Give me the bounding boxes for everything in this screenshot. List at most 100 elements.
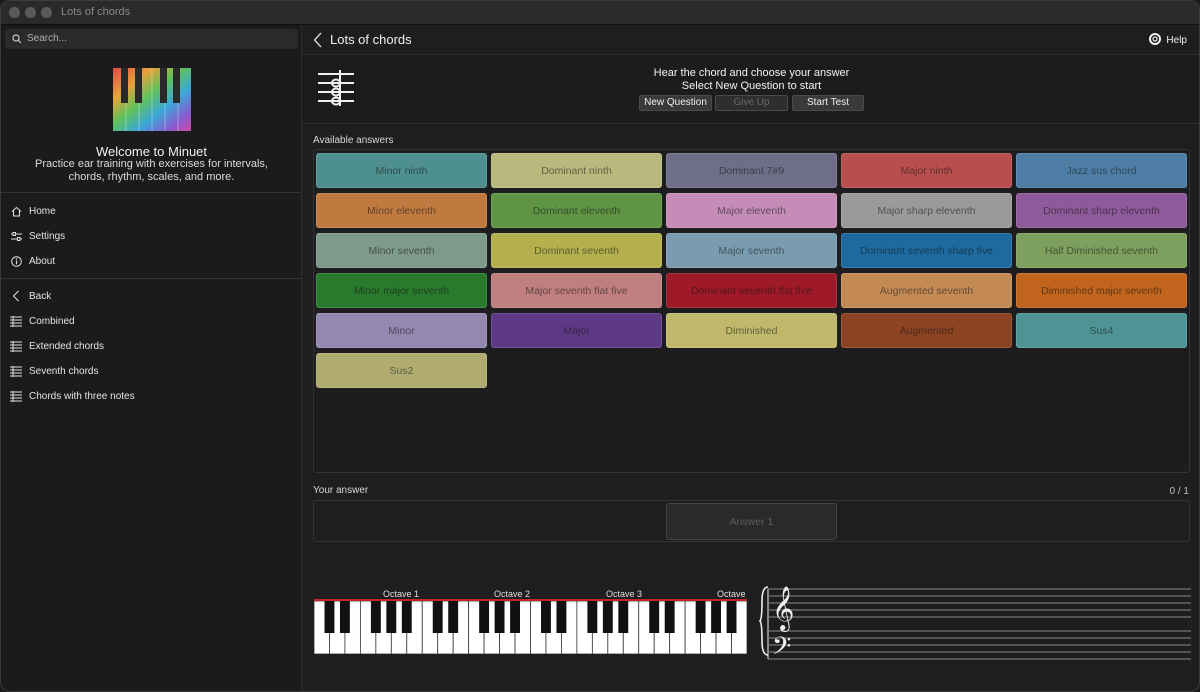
nav-seventh-chords-label: Seventh chords	[29, 365, 99, 377]
answer-option[interactable]: Half Diminished seventh	[1016, 233, 1187, 268]
answer-option[interactable]: Major sharp eleventh	[841, 193, 1012, 228]
grand-staff: 𝄞 𝄢	[758, 581, 1191, 667]
welcome-title: Welcome to Minuet	[95, 144, 208, 159]
answer-option[interactable]: Dominant seventh flat five	[666, 273, 837, 308]
give-up-button[interactable]: Give Up	[715, 95, 788, 111]
sidebar: Search... Welcome to Minuet Practice ear…	[1, 25, 302, 691]
nav-back-label: Back	[29, 290, 52, 302]
start-test-button[interactable]: Start Test	[792, 95, 864, 111]
sliders-icon	[10, 230, 22, 242]
black-key[interactable]	[711, 601, 722, 633]
nav-combined-label: Combined	[29, 315, 75, 327]
search-placeholder: Search...	[27, 33, 68, 44]
black-key[interactable]	[649, 601, 660, 633]
info-icon	[10, 255, 22, 267]
minimize-window-button[interactable]	[25, 7, 36, 18]
nav-three-note-chords[interactable]: Chords with three notes	[10, 388, 135, 404]
black-key[interactable]	[339, 601, 350, 633]
staff-icon	[10, 390, 22, 402]
nav-combined[interactable]: Combined	[10, 313, 75, 329]
black-key[interactable]	[602, 601, 613, 633]
back-button[interactable]	[312, 31, 324, 52]
black-key[interactable]	[695, 601, 706, 633]
black-key[interactable]	[556, 601, 567, 633]
exercise-header: Hear the chord and choose your answer Se…	[302, 55, 1199, 124]
answer-option[interactable]: Sus4	[1016, 313, 1187, 348]
close-window-button[interactable]	[9, 7, 20, 18]
answer-option[interactable]: Minor eleventh	[316, 193, 487, 228]
help-button[interactable]: Help	[1149, 33, 1187, 48]
black-key[interactable]	[401, 601, 412, 633]
page-header: Lots of chords Help	[302, 25, 1199, 55]
answer-option[interactable]: Major seventh flat five	[491, 273, 662, 308]
nav-settings[interactable]: Settings	[10, 228, 65, 244]
answer-option[interactable]: Minor	[316, 313, 487, 348]
treble-clef-icon: 𝄞	[772, 586, 794, 632]
answer-option[interactable]: Minor ninth	[316, 153, 487, 188]
answer-option[interactable]: Minor major seventh	[316, 273, 487, 308]
black-key[interactable]	[370, 601, 381, 633]
answer-option[interactable]: Dominant sharp eleventh	[1016, 193, 1187, 228]
window-title: Lots of chords	[61, 6, 131, 18]
black-key[interactable]	[448, 601, 459, 633]
answer-slot[interactable]: Answer 1	[666, 503, 837, 540]
black-key[interactable]	[541, 601, 551, 633]
search-icon	[12, 33, 22, 47]
nav-settings-label: Settings	[29, 230, 66, 242]
answer-option[interactable]: Dominant eleventh	[491, 193, 662, 228]
bass-clef-icon: 𝄢	[772, 632, 791, 661]
answer-option[interactable]: Augmented	[841, 313, 1012, 348]
answer-option[interactable]: Dominant 7#9	[666, 153, 837, 188]
answer-option[interactable]: Dominant ninth	[491, 153, 662, 188]
answer-option[interactable]: Minor seventh	[316, 233, 487, 268]
answer-count: 0 / 1	[1169, 486, 1189, 497]
nav-home[interactable]: Home	[10, 203, 56, 219]
nav-seventh-chords[interactable]: Seventh chords	[10, 363, 99, 379]
answer-option[interactable]: Diminished	[666, 313, 837, 348]
answer-option[interactable]: Dominant seventh	[491, 233, 662, 268]
black-key[interactable]	[510, 601, 520, 633]
black-key[interactable]	[726, 601, 737, 633]
black-key[interactable]	[432, 601, 443, 633]
black-key[interactable]	[386, 601, 397, 633]
search-input[interactable]: Search...	[5, 29, 298, 49]
black-key[interactable]	[324, 601, 335, 633]
home-icon	[10, 205, 22, 217]
staff-icon	[10, 315, 22, 327]
answer-option[interactable]: Major eleventh	[666, 193, 837, 228]
staff-icon	[10, 340, 22, 352]
answer-option[interactable]: Major ninth	[841, 153, 1012, 188]
zoom-window-button[interactable]	[41, 7, 52, 18]
welcome-text: Practice ear training with exercises for…	[35, 158, 268, 183]
nav-three-note-chords-label: Chords with three notes	[29, 390, 135, 402]
page-title: Lots of chords	[330, 32, 412, 47]
answer-option[interactable]: Jazz sus chord	[1016, 153, 1187, 188]
answer-option[interactable]: Major seventh	[666, 233, 837, 268]
black-key[interactable]	[494, 601, 505, 633]
exercise-prompt: Hear the chord and choose your answer	[653, 67, 850, 79]
answer-option[interactable]: Augmented seventh	[841, 273, 1012, 308]
nav-home-label: Home	[29, 205, 56, 217]
black-key[interactable]	[618, 601, 629, 633]
piano-keyboard[interactable]	[313, 599, 748, 655]
octave-label: Octave	[717, 589, 746, 599]
answer-option[interactable]: Dominant seventh sharp five	[841, 233, 1012, 268]
octave-label: Octave 3	[606, 589, 643, 599]
available-answers-label: Available answers	[313, 135, 394, 146]
black-key[interactable]	[479, 601, 490, 633]
black-key[interactable]	[664, 601, 675, 633]
nav-back[interactable]: Back	[10, 288, 51, 304]
divider	[1, 278, 302, 279]
answer-option[interactable]: Diminished major seventh	[1016, 273, 1187, 308]
minuet-logo	[113, 68, 191, 131]
answer-option[interactable]: Major	[491, 313, 662, 348]
title-bar: Lots of chords	[1, 1, 1199, 25]
divider	[1, 192, 302, 193]
help-label: Help	[1166, 35, 1187, 46]
black-key[interactable]	[587, 601, 598, 633]
nav-about[interactable]: About	[10, 253, 55, 269]
nav-extended-chords[interactable]: Extended chords	[10, 338, 104, 354]
your-answer-panel: Answer 1	[313, 500, 1190, 542]
new-question-button[interactable]: New Question	[639, 95, 712, 111]
answer-option[interactable]: Sus2	[316, 353, 487, 388]
